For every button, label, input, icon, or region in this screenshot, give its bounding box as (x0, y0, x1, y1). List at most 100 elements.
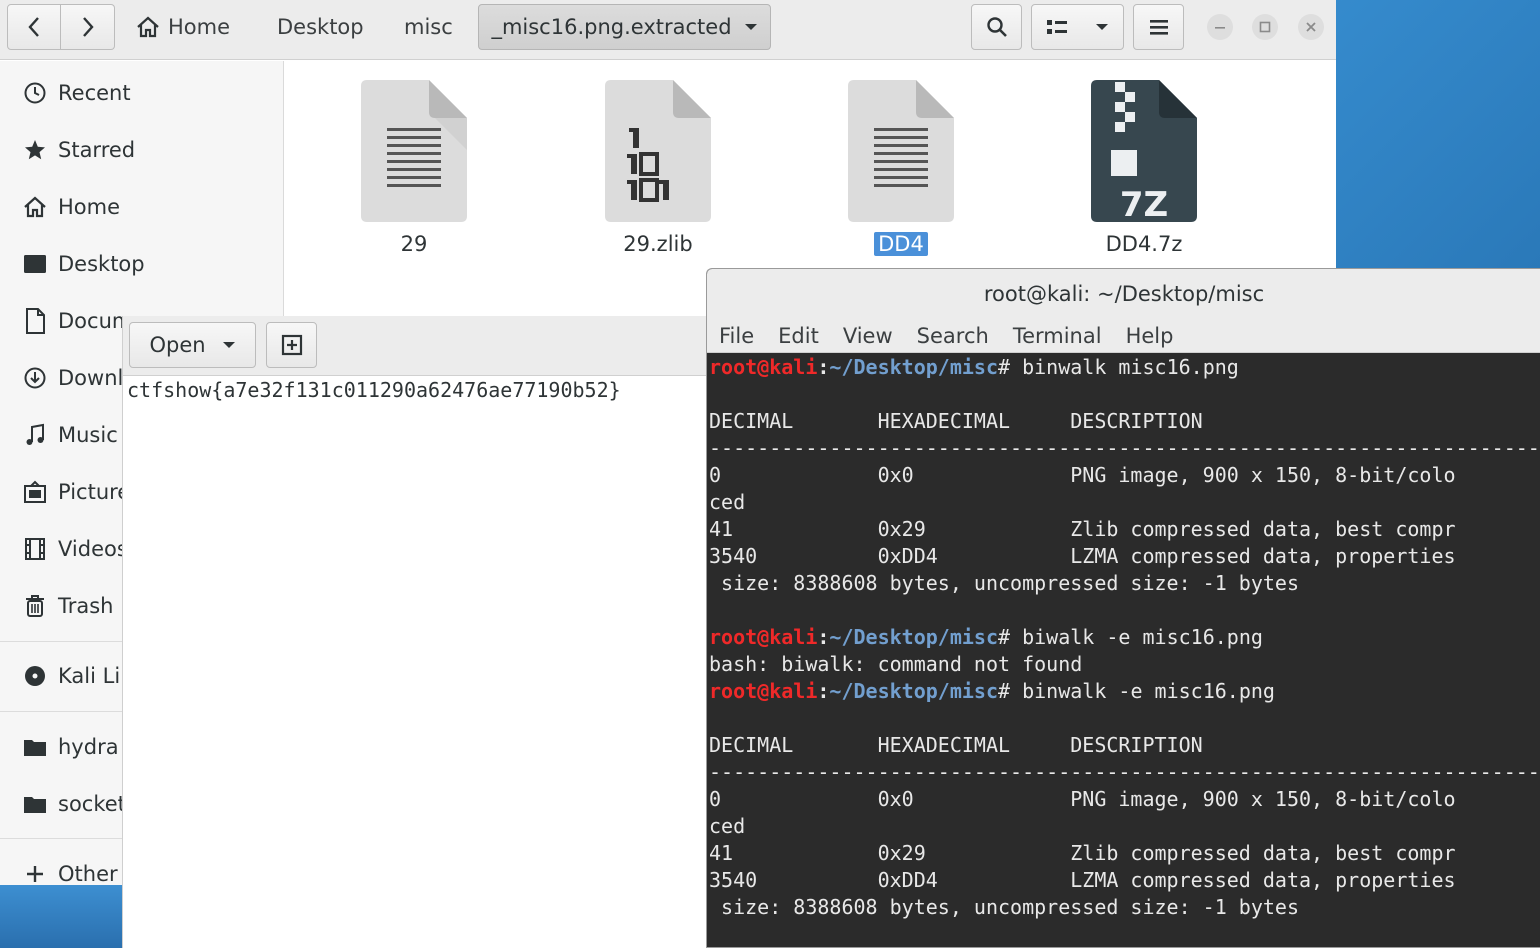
file-item-29-zlib[interactable]: 29.zlib (578, 78, 738, 256)
sidebar-item-label: Videos (58, 537, 128, 561)
terminal-output-line: ----------------------------------------… (709, 436, 1540, 460)
prompt-command: binwalk -e misc16.png (1010, 679, 1275, 703)
file-name: DD4.7z (1105, 232, 1183, 256)
sidebar-item-recent[interactable]: Recent (0, 71, 284, 115)
menu-terminal[interactable]: Terminal (1013, 324, 1102, 348)
file-item-dd4[interactable]: DD4 (821, 78, 981, 256)
prompt-user: root@kali (709, 355, 818, 379)
sidebar-item-label: Downl (58, 366, 124, 390)
terminal-prompt-line: root@kali:~/Desktop/misc# biwalk -e misc… (709, 625, 1263, 649)
open-button[interactable]: Open (129, 322, 256, 368)
back-button[interactable] (7, 4, 61, 50)
sidebar-item-label: Recent (58, 81, 131, 105)
terminal-menubar: File Edit View Search Terminal Help (707, 319, 1540, 353)
view-options-button[interactable] (1031, 4, 1124, 50)
chevron-right-icon (82, 17, 94, 37)
editor-headerbar: Open (123, 316, 713, 376)
terminal-output-line: size: 8388608 bytes, uncompressed size: … (709, 571, 1300, 595)
clock-icon (24, 82, 46, 104)
caret-down-icon (744, 24, 757, 30)
editor-text-content[interactable]: ctfshow{a7e32f131c011290a62476ae77190b52… (127, 378, 621, 402)
terminal-output-line: 3540 0xDD4 LZMA compressed data, propert… (709, 868, 1456, 892)
prompt-user: root@kali (709, 679, 818, 703)
terminal-output-line: DECIMAL HEXADECIMAL DESCRIPTION (709, 409, 1203, 433)
text-file-icon (848, 80, 954, 222)
sidebar-item-desktop[interactable]: Desktop (0, 242, 284, 286)
menu-edit[interactable]: Edit (778, 324, 819, 348)
sidebar-item-label: Other l (58, 862, 131, 886)
search-icon (986, 17, 1007, 37)
star-icon (25, 140, 45, 160)
prompt-path: ~/Desktop/misc (829, 355, 998, 379)
terminal-output-line: ----------------------------------------… (709, 760, 1540, 784)
chevron-left-icon (28, 17, 39, 37)
breadcrumb-misc[interactable]: misc (392, 4, 465, 50)
sidebar-item-label: Home (58, 195, 121, 219)
desktop-icon (24, 255, 46, 273)
sidebar-item-label: hydra (58, 735, 119, 759)
maximize-icon (1259, 21, 1271, 33)
prompt-command: biwalk -e misc16.png (1010, 625, 1263, 649)
sidebar-item-label: Picture (58, 480, 131, 504)
terminal-title: root@kali: ~/Desktop/misc (707, 269, 1540, 319)
sidebar-item-label: Trash (58, 594, 114, 618)
terminal-output[interactable]: root@kali:~/Desktop/misc# binwalk misc16… (709, 354, 1540, 947)
close-button[interactable] (1298, 14, 1324, 40)
terminal-output-line: 0 0x0 PNG image, 900 x 150, 8-bit/colo (709, 787, 1456, 811)
file-item-dd4-7z[interactable]: 7Z DD4.7z (1064, 78, 1224, 256)
menu-file[interactable]: File (719, 324, 754, 348)
minimize-button[interactable] (1207, 14, 1233, 40)
folder-icon (24, 740, 46, 756)
hamburger-icon (1149, 20, 1168, 35)
prompt-command: binwalk misc16.png (1010, 355, 1239, 379)
terminal-prompt-line: root@kali:~/Desktop/misc# binwalk -e mis… (709, 679, 1275, 703)
terminal-output-line: size: 8388608 bytes, uncompressed size: … (709, 895, 1300, 919)
sidebar-item-label: Kali Li (58, 664, 121, 688)
file-item-29[interactable]: 29 (334, 78, 494, 256)
home-icon (24, 196, 46, 218)
sidebar-item-starred[interactable]: Starred (0, 128, 284, 172)
menu-button[interactable] (1133, 4, 1184, 50)
download-icon (24, 367, 46, 389)
sidebar-item-home[interactable]: Home (0, 185, 284, 229)
prompt-path: ~/Desktop/misc (829, 679, 998, 703)
navigation-buttons (7, 4, 115, 50)
terminal-prompt-line: root@kali:~/Desktop/misc# binwalk misc16… (709, 355, 1239, 379)
new-document-button[interactable] (266, 322, 317, 368)
trash-icon (26, 595, 44, 617)
terminal-output-line: DECIMAL HEXADECIMAL DESCRIPTION (709, 733, 1203, 757)
list-view-icon (1046, 20, 1067, 34)
archive-7z-icon: 7Z (1091, 80, 1197, 225)
menu-view[interactable]: View (843, 324, 893, 348)
breadcrumb-home-label: Home (168, 15, 231, 39)
folder-icon (24, 797, 46, 813)
terminal-window: root@kali: ~/Desktop/misc File Edit View… (706, 268, 1540, 948)
prompt-user: root@kali (709, 625, 818, 649)
open-button-label: Open (149, 333, 206, 357)
breadcrumb-desktop[interactable]: Desktop (265, 4, 376, 50)
breadcrumb-home[interactable]: Home (124, 4, 242, 50)
terminal-output-line: ced (709, 814, 746, 838)
new-document-icon (281, 334, 302, 356)
terminal-output-line: 41 0x29 Zlib compressed data, best compr (709, 517, 1456, 541)
forward-button[interactable] (61, 4, 115, 50)
terminal-output-line: bash: biwalk: command not found (709, 652, 1083, 676)
menu-help[interactable]: Help (1126, 324, 1174, 348)
menu-search[interactable]: Search (917, 324, 989, 348)
breadcrumb-desktop-label: Desktop (277, 15, 364, 39)
binary-file-icon (605, 80, 711, 222)
video-icon (25, 538, 45, 560)
minimize-icon (1215, 27, 1225, 29)
breadcrumb-current[interactable]: _misc16.png.extracted (478, 4, 771, 50)
search-button[interactable] (971, 4, 1022, 50)
text-editor-window: Open ctfshow{a7e32f131c011290a62476ae771… (122, 316, 713, 948)
maximize-button[interactable] (1252, 14, 1278, 40)
prompt-path: ~/Desktop/misc (829, 625, 998, 649)
terminal-output-line: ced (709, 490, 746, 514)
terminal-output-line: 3540 0xDD4 LZMA compressed data, propert… (709, 544, 1456, 568)
sidebar-item-label: Starred (58, 138, 136, 162)
plus-icon (27, 866, 43, 882)
sidebar-item-label: socket (58, 792, 126, 816)
